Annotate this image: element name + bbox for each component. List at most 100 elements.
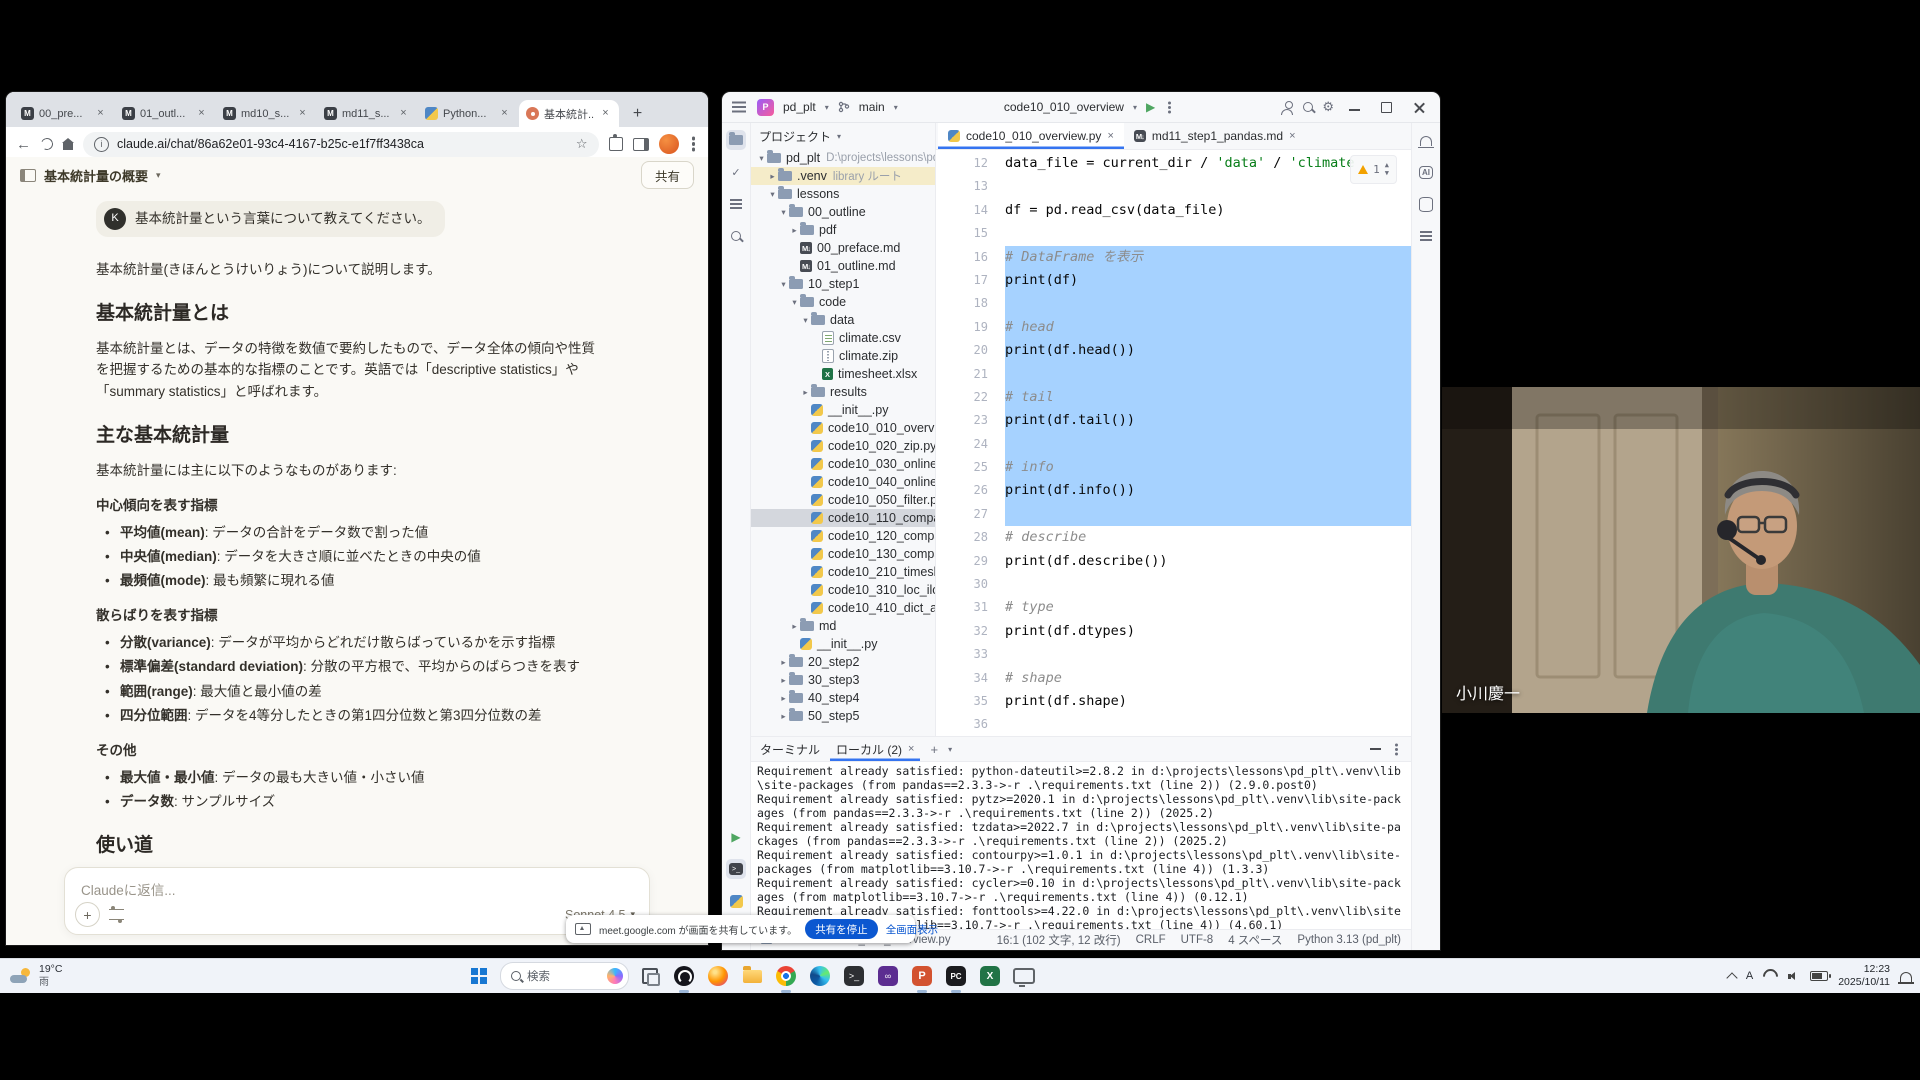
browser-tab[interactable]: md10_s...: [216, 100, 316, 127]
project-tree-item[interactable]: 10_step1: [751, 275, 935, 293]
attach-button[interactable]: [75, 902, 100, 927]
run-configuration-selector[interactable]: code10_010_overview: [1004, 100, 1124, 114]
project-tree-item[interactable]: __init__.py: [751, 635, 935, 653]
inspections-widget[interactable]: 1 ▲▼: [1350, 155, 1397, 184]
project-tree-item[interactable]: code10_310_loc_iloc.py: [751, 581, 935, 599]
excel-icon[interactable]: [977, 963, 1003, 989]
line-number[interactable]: 15: [936, 222, 1005, 245]
line-number[interactable]: 34: [936, 667, 1005, 690]
line-number[interactable]: 31: [936, 596, 1005, 619]
url-text[interactable]: claude.ai/chat/86a62e01-93c4-4167-b25c-e…: [117, 137, 568, 151]
file-explorer-icon[interactable]: [739, 963, 765, 989]
tree-chevron-icon[interactable]: [778, 693, 789, 704]
editor-tab[interactable]: code10_010_overview.py: [938, 123, 1124, 149]
tab-close-icon[interactable]: [498, 107, 511, 120]
browser-tab[interactable]: 基本統計...: [519, 100, 619, 127]
tab-close-icon[interactable]: [397, 107, 410, 120]
webcam-tile[interactable]: 小川慶一: [1442, 387, 1920, 713]
search-everywhere-icon[interactable]: [1303, 102, 1313, 112]
terminal-tool-icon[interactable]: [726, 859, 746, 879]
project-tree-item[interactable]: md: [751, 617, 935, 635]
python-console-icon[interactable]: [726, 891, 746, 911]
project-tree-item[interactable]: code10_120_compare_4_cities.py: [751, 527, 935, 545]
line-number[interactable]: 32: [936, 620, 1005, 643]
main-menu-icon[interactable]: [732, 106, 746, 108]
terminal-icon[interactable]: [841, 963, 867, 989]
more-actions-icon[interactable]: [1168, 106, 1171, 109]
extensions-icon[interactable]: [609, 137, 623, 151]
browser-tab[interactable]: 00_pre...: [14, 100, 114, 127]
project-tree-item[interactable]: climate.csv: [751, 329, 935, 347]
display-icon[interactable]: [1011, 963, 1037, 989]
status-encoding[interactable]: UTF-8: [1181, 934, 1214, 946]
tab-close-icon[interactable]: [908, 743, 914, 755]
volume-icon[interactable]: [1788, 970, 1800, 982]
site-info-icon[interactable]: [94, 137, 109, 152]
pycharm-icon[interactable]: [943, 963, 969, 989]
start-button[interactable]: [466, 963, 492, 989]
tree-chevron-icon[interactable]: [778, 657, 789, 668]
taskbar-clock[interactable]: 12:23 2025/10/11: [1838, 963, 1890, 989]
home-button[interactable]: [63, 143, 73, 150]
project-tree-item[interactable]: .venv library ルート: [751, 167, 935, 185]
tree-chevron-icon[interactable]: [789, 621, 800, 632]
tree-chevron-icon[interactable]: [778, 675, 789, 686]
line-number[interactable]: 36: [936, 713, 1005, 736]
obs-studio-icon[interactable]: [671, 963, 697, 989]
edge-icon[interactable]: [807, 963, 833, 989]
chat-input[interactable]: Claudeに返信... Sonnet 4.5: [64, 867, 650, 935]
tab-close-icon[interactable]: [296, 107, 309, 120]
project-tree-item[interactable]: timesheet.xlsx: [751, 365, 935, 383]
task-view-button[interactable]: [637, 963, 663, 989]
tree-chevron-icon[interactable]: [789, 297, 800, 308]
project-tree-item[interactable]: code: [751, 293, 935, 311]
fullscreen-button[interactable]: 全画面表示: [886, 922, 939, 937]
line-number[interactable]: 13: [936, 175, 1005, 198]
tab-close-icon[interactable]: [195, 107, 208, 120]
project-tree-item[interactable]: climate.zip: [751, 347, 935, 365]
browser-tab[interactable]: Python...: [418, 100, 518, 127]
project-tree-item[interactable]: code10_010_overview.py: [751, 419, 935, 437]
project-tree-item[interactable]: pdf: [751, 221, 935, 239]
line-number[interactable]: 22: [936, 386, 1005, 409]
line-number[interactable]: 16: [936, 246, 1005, 269]
notifications-bell-icon[interactable]: [1900, 972, 1912, 982]
terminal-tab[interactable]: ローカル (2): [830, 737, 920, 761]
project-tree-item[interactable]: code10_030_online.py: [751, 455, 935, 473]
line-number[interactable]: 14: [936, 199, 1005, 222]
line-number[interactable]: 21: [936, 363, 1005, 386]
wifi-icon[interactable]: [1760, 965, 1781, 986]
line-number[interactable]: 26: [936, 479, 1005, 502]
line-number[interactable]: 23: [936, 409, 1005, 432]
database-tool-icon[interactable]: [1416, 194, 1436, 214]
tree-chevron-icon[interactable]: [778, 279, 789, 290]
profile-avatar[interactable]: [659, 134, 679, 154]
ime-indicator[interactable]: A: [1746, 970, 1753, 982]
sidebar-toggle-icon[interactable]: [20, 169, 36, 182]
close-button[interactable]: [1407, 92, 1432, 122]
project-tree-item[interactable]: code10_410_dict_and_json.py: [751, 599, 935, 617]
structure-tool-icon[interactable]: [726, 194, 746, 214]
back-button[interactable]: ←: [16, 137, 31, 152]
tab-close-icon[interactable]: [94, 107, 107, 120]
firefox-icon[interactable]: [705, 963, 731, 989]
hide-panel-button[interactable]: [1370, 748, 1381, 750]
tree-chevron-icon[interactable]: [800, 315, 811, 326]
status-line-separator[interactable]: CRLF: [1136, 934, 1166, 946]
line-number[interactable]: 12: [936, 152, 1005, 175]
tree-chevron-icon[interactable]: [767, 171, 778, 182]
new-terminal-button[interactable]: [930, 742, 938, 757]
project-tree-item[interactable]: code10_050_filter.py: [751, 491, 935, 509]
address-bar[interactable]: claude.ai/chat/86a62e01-93c4-4167-b25c-e…: [83, 132, 599, 157]
line-number[interactable]: 24: [936, 433, 1005, 456]
line-number[interactable]: 25: [936, 456, 1005, 479]
settings-gear-icon[interactable]: [1322, 99, 1334, 115]
chat-share-button[interactable]: 共有: [641, 161, 694, 189]
ai-assistant-icon[interactable]: AI: [1416, 162, 1436, 182]
project-tree-item[interactable]: __init__.py: [751, 401, 935, 419]
project-tree-item[interactable]: 01_outline.md: [751, 257, 935, 275]
code-editor[interactable]: 12 data_file = current_dir / 'data' / 'c…: [936, 150, 1411, 736]
run-tool-icon[interactable]: [726, 827, 746, 847]
visual-studio-icon[interactable]: [875, 963, 901, 989]
line-number[interactable]: 17: [936, 269, 1005, 292]
